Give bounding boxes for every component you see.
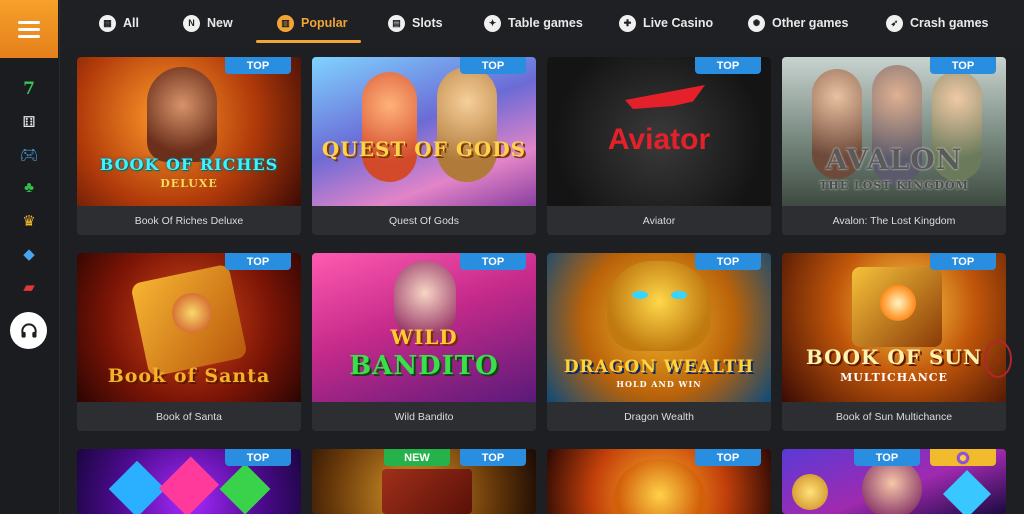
casino-app: 7 ⚅ 🎮︎ ♣ ♛ ◆ ▰ ▦ All N New ▥ Popular ▤ S… bbox=[0, 0, 1024, 514]
game-thumbnail: BOOK OF SUN MULTICHANCE bbox=[782, 253, 1006, 402]
game-card-dragon-wealth[interactable]: DRAGON WEALTH HOLD AND WIN TOP Dragon We… bbox=[547, 253, 771, 431]
jackpot-badge bbox=[930, 449, 996, 466]
tab-label: Other games bbox=[772, 16, 849, 30]
top-badge: TOP bbox=[225, 57, 291, 74]
tab-label: Popular bbox=[301, 16, 348, 30]
game-title: Avalon: The Lost Kingdom bbox=[782, 206, 1006, 235]
tab-label: Live Casino bbox=[643, 16, 714, 30]
game-art-title: Book of Santa bbox=[107, 365, 271, 387]
game-card-new-slot[interactable]: NEW TOP bbox=[312, 449, 536, 514]
support-button[interactable] bbox=[10, 312, 47, 349]
top-badge: TOP bbox=[695, 57, 761, 74]
game-art-title: BOOK OF SUN bbox=[805, 345, 983, 369]
game-art-title: DRAGON WEALTH bbox=[563, 357, 755, 377]
cards-icon[interactable]: ▰ bbox=[0, 270, 58, 303]
top-badge: TOP bbox=[854, 449, 920, 466]
game-art-subtitle: HOLD AND WIN bbox=[616, 379, 702, 389]
game-card-aviator[interactable]: Aviator TOP Aviator bbox=[547, 57, 771, 235]
tab-other-games[interactable]: ✺ Other games bbox=[748, 0, 848, 46]
hamburger-icon bbox=[18, 17, 40, 42]
table-games-icon: ✦ bbox=[484, 14, 501, 32]
tab-new[interactable]: N New bbox=[183, 0, 233, 46]
game-art-title: WILD bbox=[390, 325, 458, 349]
active-tab-indicator bbox=[256, 40, 361, 43]
game-title: Wild Bandito bbox=[312, 402, 536, 431]
tab-label: New bbox=[207, 16, 233, 30]
game-card-wild-bandito[interactable]: WILD BANDITO TOP Wild Bandito bbox=[312, 253, 536, 431]
seven-icon[interactable]: 7 bbox=[0, 72, 58, 105]
new-badge: NEW bbox=[384, 449, 450, 466]
game-title: Book of Sun Multichance bbox=[782, 402, 1006, 431]
top-badge: TOP bbox=[930, 253, 996, 270]
crash-games-icon: ➶ bbox=[886, 14, 903, 32]
game-thumbnail: QUEST OF GODS bbox=[312, 57, 536, 206]
game-art-subtitle: MULTICHANCE bbox=[840, 371, 948, 384]
game-card-dragon-fire[interactable]: TOP bbox=[547, 449, 771, 514]
tab-label: Table games bbox=[508, 16, 583, 30]
game-card-magic[interactable]: TOP bbox=[782, 449, 1006, 514]
tab-all[interactable]: ▦ All bbox=[99, 0, 139, 46]
top-badge: TOP bbox=[460, 57, 526, 74]
jackpot-coin-icon bbox=[956, 450, 970, 465]
sidebar-icons: 7 ⚅ 🎮︎ ♣ ♛ ◆ ▰ bbox=[0, 72, 58, 303]
tab-table-games[interactable]: ✦ Table games bbox=[484, 0, 583, 46]
grid-icon: ▦ bbox=[99, 14, 116, 32]
game-thumbnail: Book of Santa bbox=[77, 253, 301, 402]
game-art-subtitle: THE LOST KINGDOM bbox=[819, 179, 969, 192]
top-badge: TOP bbox=[460, 253, 526, 270]
game-card-book-of-sun[interactable]: BOOK OF SUN MULTICHANCE TOP Book of Sun … bbox=[782, 253, 1006, 431]
crown-icon[interactable]: ♛ bbox=[0, 204, 58, 237]
tab-label: Slots bbox=[412, 16, 443, 30]
tab-crash-games[interactable]: ➶ Crash games bbox=[886, 0, 989, 46]
game-thumbnail: BOOK OF RICHES DELUXE bbox=[77, 57, 301, 206]
game-art-subtitle: DELUXE bbox=[160, 177, 218, 190]
game-art-title: AVALON bbox=[825, 143, 963, 176]
game-thumbnail: DRAGON WEALTH HOLD AND WIN bbox=[547, 253, 771, 402]
game-art-title: BOOK OF RICHES bbox=[99, 155, 279, 174]
game-art-subtitle: BANDITO bbox=[349, 351, 499, 381]
game-card-gems[interactable]: TOP bbox=[77, 449, 301, 514]
tab-label: Crash games bbox=[910, 16, 989, 30]
game-title: Dragon Wealth bbox=[547, 402, 771, 431]
gamepad-icon[interactable]: 🎮︎ bbox=[0, 138, 58, 171]
game-title: Book Of Riches Deluxe bbox=[77, 206, 301, 235]
slots-icon: ▤ bbox=[388, 14, 405, 32]
game-card-book-of-riches[interactable]: BOOK OF RICHES DELUXE TOP Book Of Riches… bbox=[77, 57, 301, 235]
top-badge: TOP bbox=[460, 449, 526, 466]
other-games-icon: ✺ bbox=[748, 14, 765, 32]
left-sidebar: 7 ⚅ 🎮︎ ♣ ♛ ◆ ▰ bbox=[0, 0, 60, 514]
scroll-arrow-icon[interactable]: › bbox=[984, 340, 1012, 378]
clover-icon[interactable]: ♣ bbox=[0, 171, 58, 204]
top-badge: TOP bbox=[695, 449, 761, 466]
game-card-book-of-santa[interactable]: Book of Santa TOP Book of Santa bbox=[77, 253, 301, 431]
game-thumbnail: Aviator bbox=[547, 57, 771, 206]
menu-button[interactable] bbox=[0, 0, 58, 58]
game-card-avalon[interactable]: AVALON THE LOST KINGDOM TOP Avalon: The … bbox=[782, 57, 1006, 235]
game-title: Book of Santa bbox=[77, 402, 301, 431]
game-art-title: QUEST OF GODS bbox=[321, 137, 527, 161]
dice-icon[interactable]: ⚅ bbox=[0, 105, 58, 138]
new-icon: N bbox=[183, 14, 200, 32]
game-title: Aviator bbox=[547, 206, 771, 235]
category-tabs: ▦ All N New ▥ Popular ▤ Slots ✦ Table ga… bbox=[60, 0, 1024, 50]
top-badge: TOP bbox=[225, 449, 291, 466]
top-badge: TOP bbox=[930, 57, 996, 74]
top-badge: TOP bbox=[695, 253, 761, 270]
game-thumbnail: WILD BANDITO bbox=[312, 253, 536, 402]
game-title: Quest Of Gods bbox=[312, 206, 536, 235]
popular-icon: ▥ bbox=[277, 14, 294, 32]
game-thumbnail: AVALON THE LOST KINGDOM bbox=[782, 57, 1006, 206]
top-badge: TOP bbox=[225, 253, 291, 270]
headset-icon bbox=[20, 322, 37, 338]
tab-label: All bbox=[123, 16, 139, 30]
diamond-icon[interactable]: ◆ bbox=[0, 237, 58, 270]
live-casino-icon: ✚ bbox=[619, 14, 636, 32]
game-art-title: Aviator bbox=[607, 123, 711, 156]
tab-live-casino[interactable]: ✚ Live Casino bbox=[619, 0, 713, 46]
tab-slots[interactable]: ▤ Slots bbox=[388, 0, 443, 46]
game-card-quest-of-gods[interactable]: QUEST OF GODS TOP Quest Of Gods bbox=[312, 57, 536, 235]
